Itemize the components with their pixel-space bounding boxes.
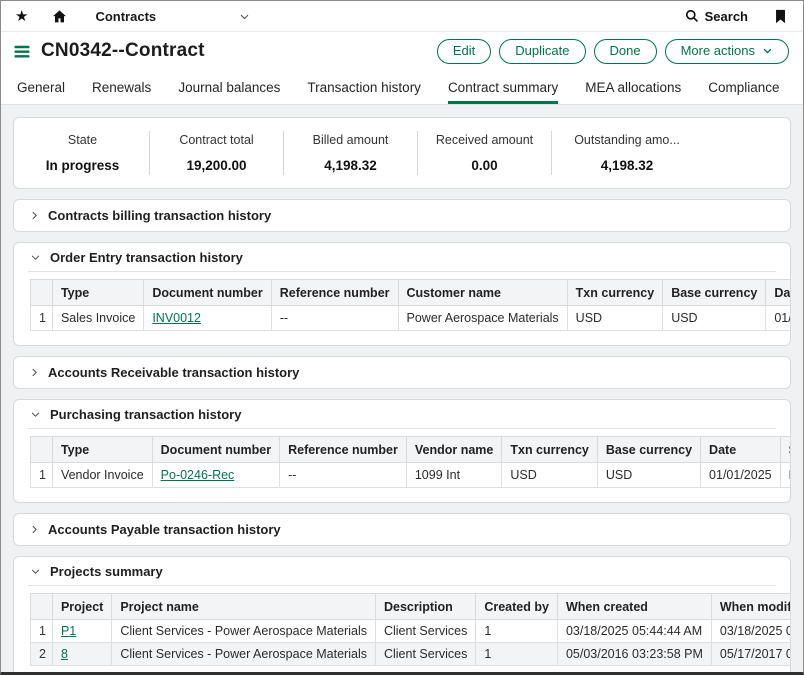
summary-stats-card: State In progress Contract total 19,200.… bbox=[13, 117, 791, 189]
table-row: 1 Sales Invoice INV0012 -- Power Aerospa… bbox=[31, 305, 792, 330]
section-contracts-billing: Contracts billing transaction history bbox=[13, 199, 791, 232]
stat-state: State In progress bbox=[16, 133, 149, 173]
stat-contract-total: Contract total 19,200.00 bbox=[150, 133, 283, 173]
table-header-row: Type Document number Reference number Ve… bbox=[31, 436, 792, 462]
search-button[interactable]: Search bbox=[685, 9, 748, 24]
done-button[interactable]: Done bbox=[594, 39, 657, 64]
edit-button[interactable]: Edit bbox=[437, 39, 491, 64]
table-header-row: Type Document number Reference number Cu… bbox=[31, 279, 792, 305]
record-list-icon[interactable] bbox=[13, 43, 31, 60]
tab-compliance[interactable]: Compliance bbox=[708, 80, 779, 104]
stat-received-amount: Received amount 0.00 bbox=[418, 133, 551, 173]
section-purchasing: Purchasing transaction history Type Docu… bbox=[13, 399, 791, 503]
favorite-star-icon[interactable]: ★ bbox=[15, 9, 28, 24]
tab-renewals[interactable]: Renewals bbox=[92, 80, 151, 104]
tab-bar: General Renewals Journal balances Transa… bbox=[1, 70, 803, 105]
chevron-right-icon bbox=[30, 367, 39, 378]
table-row: 2 8 Client Services - Power Aerospace Ma… bbox=[31, 642, 792, 665]
table-row: 1 Vendor Invoice Po-0246-Rec -- 1099 Int… bbox=[31, 462, 792, 487]
search-label: Search bbox=[705, 9, 748, 24]
project-link[interactable]: 8 bbox=[61, 647, 68, 661]
chevron-right-icon bbox=[30, 210, 39, 221]
tab-transaction-history[interactable]: Transaction history bbox=[307, 80, 421, 104]
title-bar: CN0342--Contract Edit Duplicate Done Mor… bbox=[1, 32, 803, 70]
table-header-row: Project Project name Description Created… bbox=[31, 593, 792, 619]
top-bar: ★ Contracts Search bbox=[1, 1, 803, 32]
home-icon[interactable] bbox=[52, 9, 67, 24]
bookmark-icon[interactable] bbox=[774, 9, 787, 24]
chevron-down-icon bbox=[239, 11, 250, 22]
document-number-link[interactable]: Po-0246-Rec bbox=[161, 468, 235, 482]
stat-billed-amount: Billed amount 4,198.32 bbox=[284, 133, 417, 173]
chevron-down-icon bbox=[762, 45, 773, 56]
content-area: State In progress Contract total 19,200.… bbox=[1, 105, 803, 673]
chevron-down-icon bbox=[30, 567, 41, 576]
table-row: 1 P1 Client Services - Power Aerospace M… bbox=[31, 619, 792, 642]
tab-journal-balances[interactable]: Journal balances bbox=[178, 80, 280, 104]
section-header-order-entry[interactable]: Order Entry transaction history bbox=[14, 243, 790, 271]
contracts-nav-dropdown[interactable]: Contracts bbox=[95, 9, 250, 24]
section-accounts-receivable: Accounts Receivable transaction history bbox=[13, 356, 791, 389]
project-link[interactable]: P1 bbox=[61, 624, 76, 638]
app-window: ★ Contracts Search CN0342--Contract Edit… bbox=[0, 0, 804, 675]
section-header-projects-summary[interactable]: Projects summary bbox=[14, 557, 790, 585]
stat-outstanding-amount: Outstanding amo... 4,198.32 bbox=[552, 133, 702, 173]
section-header-accounts-receivable[interactable]: Accounts Receivable transaction history bbox=[14, 357, 790, 388]
section-accounts-payable: Accounts Payable transaction history bbox=[13, 513, 791, 546]
tab-contract-summary[interactable]: Contract summary bbox=[448, 80, 558, 104]
section-projects-summary: Projects summary Project Project name De… bbox=[13, 556, 791, 673]
section-order-entry: Order Entry transaction history Type Doc… bbox=[13, 242, 791, 346]
section-header-accounts-payable[interactable]: Accounts Payable transaction history bbox=[14, 514, 790, 545]
chevron-down-icon bbox=[30, 410, 41, 419]
section-header-contracts-billing[interactable]: Contracts billing transaction history bbox=[14, 200, 790, 231]
projects-table: Project Project name Description Created… bbox=[30, 593, 791, 666]
search-icon bbox=[685, 9, 699, 23]
chevron-right-icon bbox=[30, 524, 39, 535]
duplicate-button[interactable]: Duplicate bbox=[499, 39, 585, 64]
purchasing-table: Type Document number Reference number Ve… bbox=[30, 436, 791, 488]
more-actions-button[interactable]: More actions bbox=[665, 39, 789, 64]
tab-general[interactable]: General bbox=[17, 80, 65, 104]
tab-mea-allocations[interactable]: MEA allocations bbox=[585, 80, 681, 104]
page-title: CN0342--Contract bbox=[41, 40, 205, 62]
document-number-link[interactable]: INV0012 bbox=[152, 311, 201, 325]
order-entry-table: Type Document number Reference number Cu… bbox=[30, 279, 791, 331]
section-header-purchasing[interactable]: Purchasing transaction history bbox=[14, 400, 790, 428]
nav-label: Contracts bbox=[95, 9, 156, 24]
chevron-down-icon bbox=[30, 253, 41, 262]
